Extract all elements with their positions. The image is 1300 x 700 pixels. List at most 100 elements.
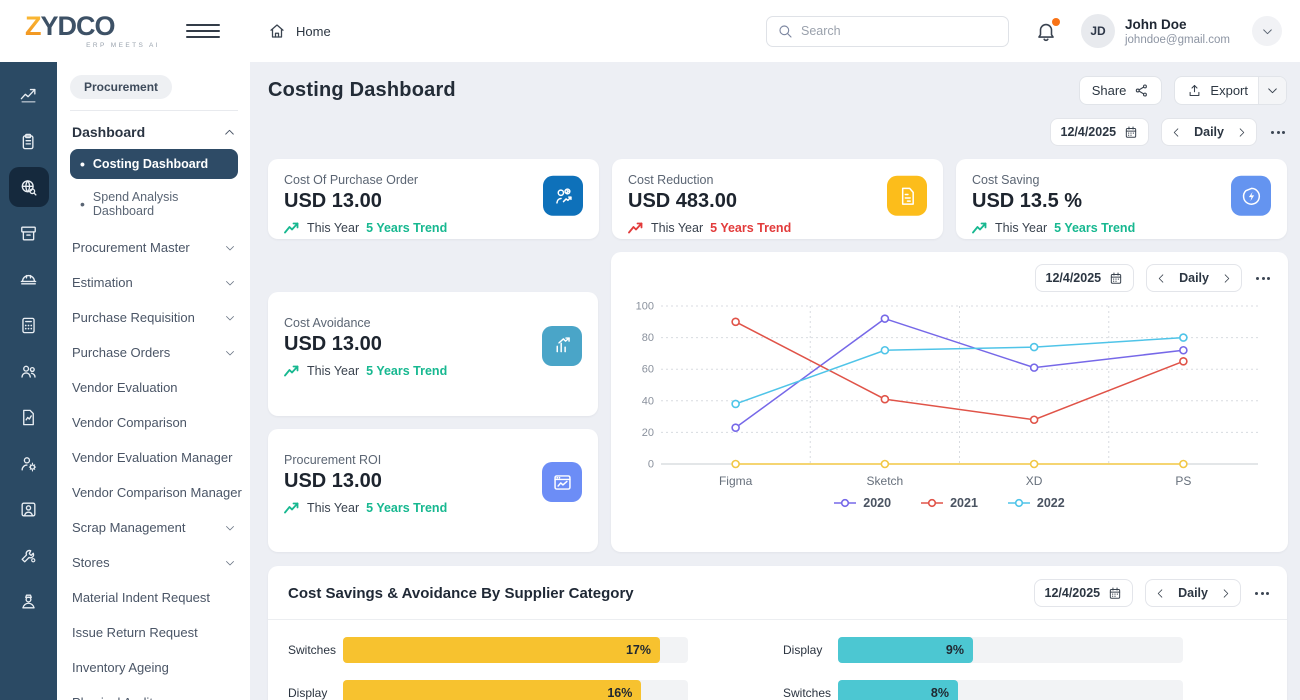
bar-fill: 9% — [838, 637, 973, 663]
rail-calculator-icon[interactable] — [9, 305, 49, 345]
bar-label: Switches — [783, 686, 838, 700]
rail-team-icon[interactable] — [9, 351, 49, 391]
period-next-button[interactable] — [1221, 273, 1232, 284]
rail-clipboard-icon[interactable] — [9, 121, 49, 161]
trend-link[interactable]: 5 Years Trend — [366, 364, 447, 378]
chevron-left-icon — [1171, 127, 1182, 138]
file-icon — [887, 176, 927, 216]
export-dropdown[interactable] — [1258, 77, 1286, 104]
kpi-card-cost-of-purchase-order: Cost Of Purchase OrderUSD 13.00This Year… — [268, 159, 599, 239]
more-options-button[interactable] — [1269, 129, 1287, 136]
user-menu[interactable]: JD John Doe johndoe@gmail.com — [1081, 14, 1230, 48]
sidebar-submenu: •Costing Dashboard•Spend Analysis Dashbo… — [70, 149, 244, 226]
line-chart: 020406080100FigmaSketchXDPS — [627, 296, 1272, 494]
trend-link[interactable]: 5 Years Trend — [1054, 221, 1135, 235]
more-options-button[interactable] — [1253, 590, 1271, 597]
trend-chart-panel: 12/4/2025 Daily 020406080100FigmaSketchX… — [611, 252, 1288, 552]
svg-text:60: 60 — [642, 364, 654, 376]
rail-archive-icon[interactable] — [9, 213, 49, 253]
sidebar-item-vendor-comparison-manager[interactable]: Vendor Comparison Manager — [70, 475, 244, 510]
logo-text: YDCO — [41, 11, 115, 41]
date-picker[interactable]: 12/4/2025 — [1034, 579, 1134, 607]
share-button[interactable]: Share — [1079, 76, 1163, 105]
period-prev-button[interactable] — [1171, 127, 1182, 138]
rail-analytics-icon[interactable] — [9, 75, 49, 115]
kpi-card-procurement-roi: Procurement ROIUSD 13.00This Year5 Years… — [268, 429, 598, 553]
legend-item-2021[interactable]: 2021 — [921, 496, 978, 510]
bar-row-display: Display 9% — [783, 637, 1183, 663]
trend-link[interactable]: 5 Years Trend — [366, 501, 447, 515]
rail-globe-search-icon[interactable] — [9, 167, 49, 207]
svg-text:Sketch: Sketch — [867, 474, 904, 488]
sidebar-item-vendor-evaluation-manager[interactable]: Vendor Evaluation Manager — [70, 440, 244, 475]
sidebar-item-physical-audit[interactable]: Physical Audit — [70, 685, 244, 700]
period-next-button[interactable] — [1220, 588, 1231, 599]
user-email: johndoe@gmail.com — [1125, 34, 1230, 46]
sidebar-item-vendor-evaluation[interactable]: Vendor Evaluation — [70, 370, 244, 405]
notifications-button[interactable] — [1035, 18, 1061, 44]
legend-item-2022[interactable]: 2022 — [1008, 496, 1065, 510]
trend-label: This Year — [307, 221, 359, 235]
menu-toggle-icon[interactable] — [186, 14, 220, 48]
bar-label: Display — [288, 686, 343, 700]
trend-up-icon — [972, 222, 988, 234]
bar-value: 8% — [931, 686, 949, 700]
sidebar-item-purchase-orders[interactable]: Purchase Orders — [70, 335, 244, 370]
trend-up-icon — [628, 222, 644, 234]
date-picker[interactable]: 12/4/2025 — [1050, 118, 1150, 146]
bar-track: 8% — [838, 680, 1183, 700]
rail-guard-icon[interactable] — [9, 581, 49, 621]
sidebar-item-estimation[interactable]: Estimation — [70, 265, 244, 300]
svg-text:20: 20 — [642, 427, 654, 439]
sidebar-item-issue-return-request[interactable]: Issue Return Request — [70, 615, 244, 650]
trend-label: This Year — [307, 501, 359, 515]
svg-text:PS: PS — [1175, 474, 1191, 488]
bar-value: 9% — [946, 643, 964, 657]
bar-row-switches: Switches17% — [288, 637, 688, 663]
bar-fill: 8% — [838, 680, 958, 700]
sidebar-item-vendor-comparison[interactable]: Vendor Comparison — [70, 405, 244, 440]
period-prev-button[interactable] — [1156, 273, 1167, 284]
user-dropdown-button[interactable] — [1252, 16, 1282, 46]
bolt-icon — [1231, 176, 1271, 216]
rail-user-box-icon[interactable] — [9, 489, 49, 529]
more-options-button[interactable] — [1254, 275, 1272, 282]
logo: ZYDCO ERP MEETS AI — [0, 13, 160, 49]
calendar-icon — [1109, 271, 1123, 285]
breadcrumb-label: Home — [296, 24, 331, 39]
bar-label: Display — [783, 643, 838, 657]
breadcrumb[interactable]: Home — [268, 22, 331, 40]
period-prev-button[interactable] — [1155, 588, 1166, 599]
sidebar-item-scrap-management[interactable]: Scrap Management — [70, 510, 244, 545]
trend-link[interactable]: 5 Years Trend — [710, 221, 791, 235]
sidebar-item-inventory-ageing[interactable]: Inventory Ageing — [70, 650, 244, 685]
bar-track: 17% — [343, 637, 688, 663]
sidebar-item-procurement-master[interactable]: Procurement Master — [70, 230, 244, 265]
period-next-button[interactable] — [1236, 127, 1247, 138]
bar-label: Switches — [288, 643, 343, 657]
rail-report-icon[interactable] — [9, 397, 49, 437]
sidebar-menu: Procurement MasterEstimationPurchase Req… — [70, 230, 244, 700]
logo-tagline: ERP MEETS AI — [25, 42, 160, 49]
rail-user-settings-icon[interactable] — [9, 443, 49, 483]
svg-text:100: 100 — [636, 301, 654, 313]
search-input[interactable] — [801, 24, 998, 38]
sidebar-item-stores[interactable]: Stores — [70, 545, 244, 580]
trend-label: This Year — [995, 221, 1047, 235]
legend-item-2020[interactable]: 2020 — [834, 496, 891, 510]
kpi-value: USD 13.00 — [284, 190, 583, 213]
sidebar-subitem-costing-dashboard[interactable]: •Costing Dashboard — [70, 149, 238, 179]
date-picker[interactable]: 12/4/2025 — [1035, 264, 1135, 292]
logo-z: Z — [25, 11, 41, 41]
calendar-icon — [1108, 586, 1122, 600]
sidebar-section-dashboard[interactable]: Dashboard — [70, 111, 244, 146]
user-name: John Doe — [1125, 17, 1230, 32]
trend-link[interactable]: 5 Years Trend — [366, 221, 447, 235]
sidebar-item-purchase-requisition[interactable]: Purchase Requisition — [70, 300, 244, 335]
sidebar-item-material-indent-request[interactable]: Material Indent Request — [70, 580, 244, 615]
rail-tools-icon[interactable] — [9, 535, 49, 575]
export-button[interactable]: Export — [1174, 76, 1287, 105]
sidebar-subitem-spend-analysis-dashboard[interactable]: •Spend Analysis Dashboard — [70, 182, 238, 226]
rail-helmet-icon[interactable] — [9, 259, 49, 299]
kpi-label: Cost Avoidance — [284, 316, 582, 330]
